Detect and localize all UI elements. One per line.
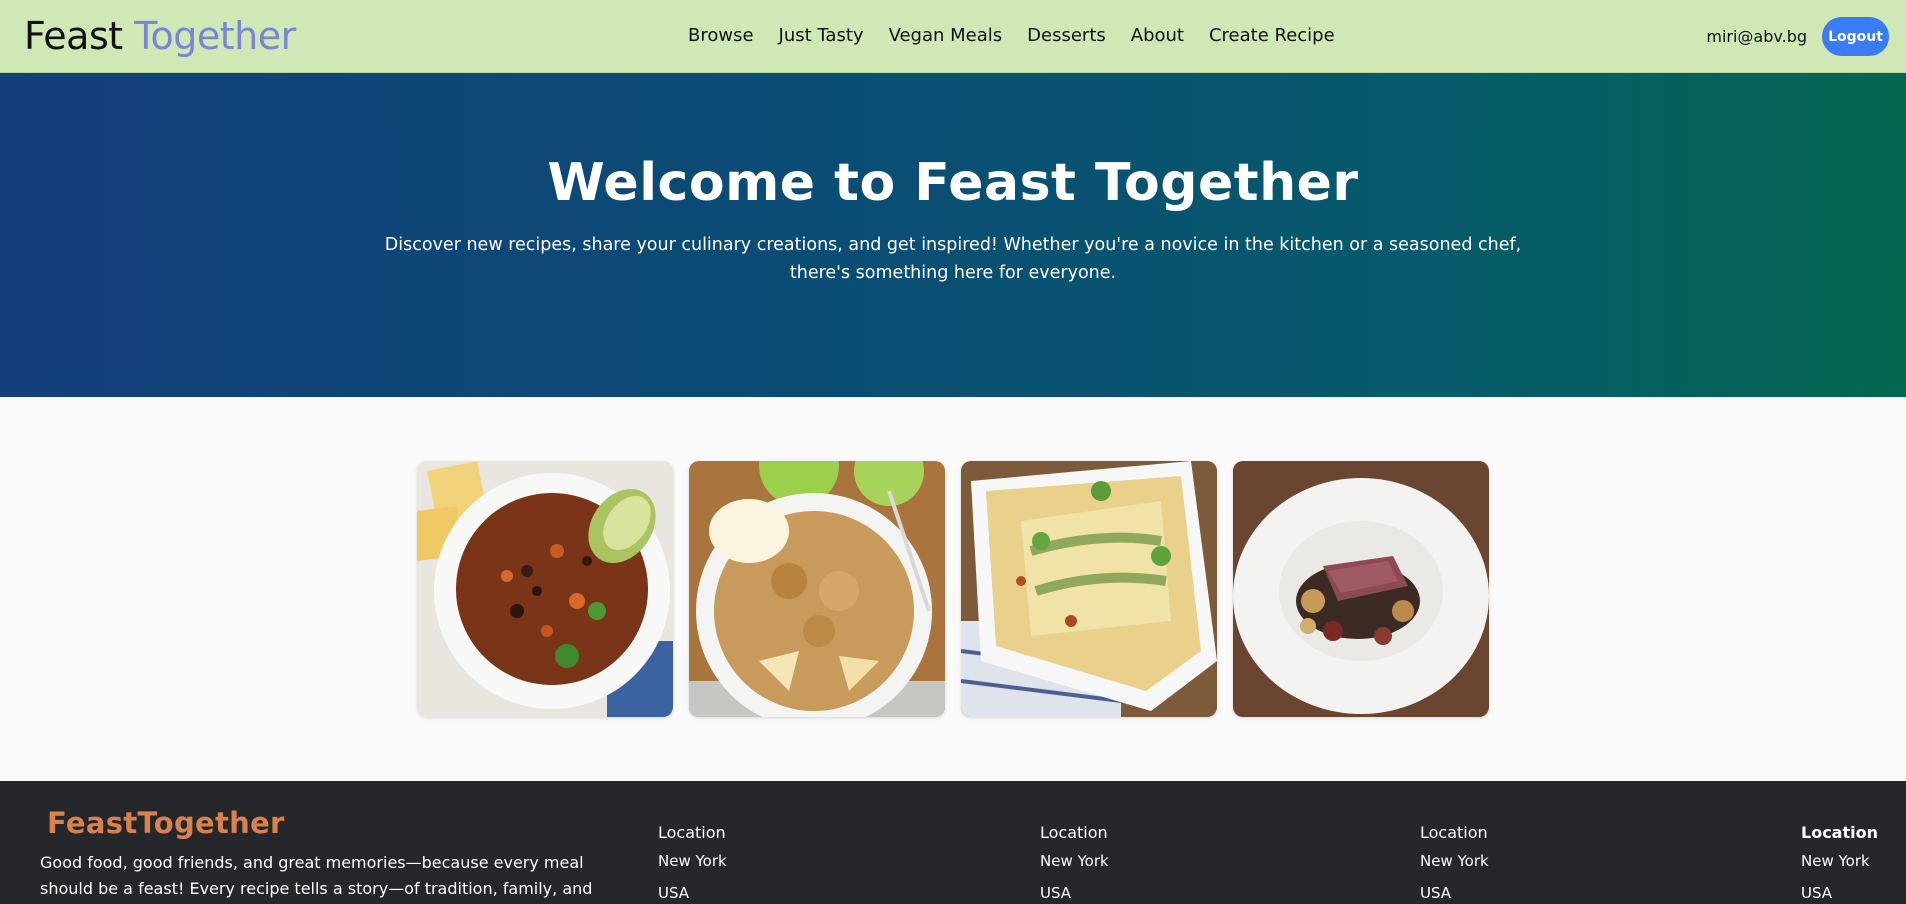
bean-chili-image [417, 461, 673, 717]
nav-about[interactable]: About [1131, 25, 1184, 46]
hero-subtitle: Discover new recipes, share your culinar… [384, 235, 1522, 283]
recipe-card-apple-crumble[interactable] [689, 461, 945, 717]
footer-location-country: USA [1420, 884, 1452, 902]
logout-button[interactable]: Logout [1822, 17, 1889, 56]
footer-location-city: New York [1801, 852, 1870, 870]
nav-desserts[interactable]: Desserts [1027, 25, 1106, 46]
brand-feast: Feast [24, 14, 123, 58]
nav-browse[interactable]: Browse [688, 25, 754, 46]
footer-brand: FeastTogether [47, 806, 285, 840]
footer-location-heading: Location [658, 823, 726, 842]
footer-location-heading: Location [1420, 823, 1488, 842]
footer-location-2: Location New York USA [1040, 823, 1109, 904]
user-email: miri@abv.bg [1706, 27, 1807, 46]
footer-location-heading: Location [1040, 823, 1108, 842]
main-nav: Browse Just Tasty Vegan Meals Desserts A… [688, 25, 1360, 46]
footer-location-1: Location New York USA [658, 823, 727, 904]
footer-location-city: New York [1420, 852, 1489, 870]
footer-location-country: USA [1040, 884, 1072, 902]
top-navbar: Feast Together Browse Just Tasty Vegan M… [0, 0, 1906, 73]
hero-banner: Welcome to Feast Together Discover new r… [0, 73, 1906, 397]
brand-logo[interactable]: Feast Together [24, 14, 296, 58]
brand-together: Together [134, 14, 296, 58]
recipe-card-zucchini-lasagna[interactable] [961, 461, 1217, 717]
footer-location-3: Location New York USA [1420, 823, 1489, 904]
footer-description: Good food, good friends, and great memor… [40, 853, 593, 898]
footer-location-4: Location New York USA [1801, 823, 1878, 904]
nav-create-recipe[interactable]: Create Recipe [1209, 25, 1335, 46]
footer-location-country: USA [658, 884, 690, 902]
recipe-card-braised-beef[interactable] [1233, 461, 1489, 717]
footer-location-heading: Location [1801, 823, 1878, 842]
nav-vegan-meals[interactable]: Vegan Meals [889, 25, 1003, 46]
apple-crumble-image [689, 461, 945, 717]
recipe-card-bean-chili[interactable] [417, 461, 673, 717]
footer-location-country: USA [1801, 884, 1833, 902]
nav-just-tasty[interactable]: Just Tasty [779, 25, 864, 46]
site-footer: FeastTogether Good food, good friends, a… [0, 781, 1906, 904]
footer-location-city: New York [1040, 852, 1109, 870]
zucchini-lasagna-image [961, 461, 1217, 717]
recipe-gallery [417, 461, 1489, 717]
hero-title: Welcome to Feast Together [547, 153, 1359, 213]
braised-beef-image [1233, 461, 1489, 717]
footer-location-city: New York [658, 852, 727, 870]
